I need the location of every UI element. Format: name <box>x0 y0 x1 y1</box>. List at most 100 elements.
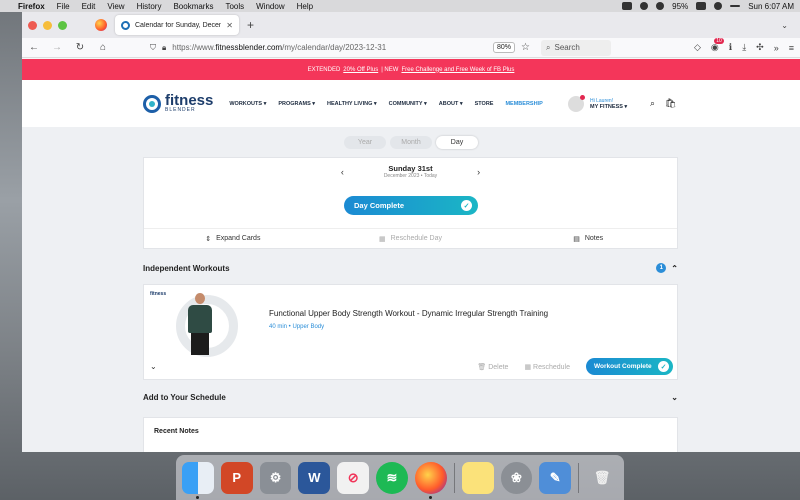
notes-button[interactable]: ▤ Notes <box>499 235 677 243</box>
workout-title[interactable]: Functional Upper Body Strength Workout -… <box>269 309 548 318</box>
zoom-window-button[interactable] <box>58 20 67 30</box>
nav-workouts[interactable]: WORKOUTS ▾ <box>229 101 266 107</box>
workout-thumbnail[interactable]: fitness <box>150 289 238 357</box>
extensions-puzzle-icon[interactable]: ✣ <box>756 42 764 53</box>
menu-history[interactable]: History <box>137 2 162 11</box>
user-menu[interactable]: Hi Lauren! MY FITNESS ▾ <box>568 94 627 112</box>
firefox-view-icon[interactable] <box>95 19 107 31</box>
day-complete-button[interactable]: Day Complete ✓ <box>344 196 478 215</box>
search-icon[interactable] <box>714 2 723 10</box>
battery-icon[interactable] <box>696 2 707 10</box>
nav-store[interactable]: STORE <box>475 101 494 107</box>
menu-tools[interactable]: Tools <box>225 2 244 11</box>
nav-healthy-living[interactable]: HEALTHY LIVING ▾ <box>327 101 377 107</box>
browser-window: Calendar for Sunday, December ✕ + ⌄ ← → … <box>22 12 800 452</box>
close-window-button[interactable] <box>28 20 37 30</box>
expand-schedule-chevron-icon[interactable]: ⌄ <box>671 393 678 402</box>
menu-view[interactable]: View <box>107 2 124 11</box>
menubar-clock[interactable]: Sun 6:07 AM <box>748 2 794 11</box>
add-to-schedule-header[interactable]: Add to Your Schedule ⌄ <box>143 393 678 402</box>
finder-app-icon[interactable] <box>182 461 214 499</box>
thumbnail-brand: fitness <box>150 291 167 297</box>
reload-button[interactable]: ↻ <box>74 42 86 53</box>
macos-dock: P ⚙ W ⊘ ≋ ❀ ✎ 🗑︎ <box>176 455 624 500</box>
overflow-menu-icon[interactable]: » <box>774 43 779 53</box>
firefox-app-icon[interactable] <box>414 461 447 499</box>
zoom-level-badge[interactable]: 80% <box>493 42 516 53</box>
tracking-shield-icon[interactable]: ⛉ <box>150 43 156 53</box>
avatar[interactable] <box>568 94 585 112</box>
menu-bookmarks[interactable]: Bookmarks <box>173 2 213 11</box>
address-bar[interactable]: ⛉ 🔒︎ https://www.fitnessblender.com/my/c… <box>150 40 530 56</box>
wifi-icon[interactable] <box>656 2 665 10</box>
fitness-blender-logo[interactable]: fitness BLENDER <box>143 93 213 113</box>
nav-toolbar: ← → ↻ ⌂ ⛉ 🔒︎ https://www.fitnessblender.… <box>22 38 800 58</box>
reschedule-button[interactable]: ▦ Reschedule <box>524 363 570 371</box>
menu-edit[interactable]: Edit <box>82 2 96 11</box>
screen-icon[interactable] <box>622 2 633 10</box>
control-center-icon[interactable] <box>730 5 741 7</box>
extension-badge-icon[interactable]: ◉ 10 <box>711 38 724 53</box>
nav-about[interactable]: ABOUT ▾ <box>439 101 463 107</box>
site-search-icon[interactable]: ⌕ <box>650 98 655 109</box>
independent-workouts-heading: Independent Workouts <box>143 263 230 273</box>
independent-workouts-header[interactable]: Independent Workouts 1 ⌃ <box>143 263 678 273</box>
nav-community[interactable]: COMMUNITY ▾ <box>389 101 427 107</box>
url-text[interactable]: https://www.fitnessblender.com/my/calend… <box>172 43 487 52</box>
preview-app-icon[interactable]: ✎ <box>539 461 572 494</box>
view-year-button[interactable]: Year <box>344 136 386 149</box>
menu-help[interactable]: Help <box>297 2 313 11</box>
trash-app-icon[interactable]: 🗑︎ <box>586 462 618 494</box>
battery-percent[interactable]: 95% <box>672 2 688 11</box>
pocket-icon[interactable]: ◇ <box>694 42 701 53</box>
photo-app-icon[interactable]: ❀ <box>500 461 533 494</box>
new-tab-button[interactable]: + <box>247 18 254 32</box>
spotify-app-icon[interactable]: ≋ <box>376 461 408 494</box>
promo-link-plus[interactable]: 20% Off Plus <box>343 67 378 73</box>
expand-chevron-down-icon[interactable]: ⌄ <box>150 362 157 371</box>
workout-complete-button[interactable]: Workout Complete ✓ <box>586 358 673 375</box>
minimize-window-button[interactable] <box>43 20 52 30</box>
menu-app-firefox[interactable]: Firefox <box>18 2 45 11</box>
prev-day-chevron-icon[interactable]: ‹ <box>341 167 344 177</box>
list-tabs-chevron-icon[interactable]: ⌄ <box>781 21 788 30</box>
expand-cards-button[interactable]: ⇕ Expand Cards <box>144 235 322 243</box>
tab-calendar[interactable]: Calendar for Sunday, December ✕ <box>115 15 239 35</box>
delete-button[interactable]: 🗑︎ Delete <box>477 363 508 371</box>
next-day-chevron-icon[interactable]: › <box>477 167 480 177</box>
nav-programs[interactable]: PROGRAMS ▾ <box>278 101 315 107</box>
workout-complete-label: Workout Complete <box>594 363 652 370</box>
clock-icon[interactable] <box>640 2 649 10</box>
view-month-button[interactable]: Month <box>390 136 432 149</box>
word-app-icon[interactable]: W <box>298 461 331 494</box>
promo-link-challenge[interactable]: Free Challenge and Free Week of FB Plus <box>401 67 514 73</box>
avatar-notification-dot <box>580 94 585 100</box>
system-preferences-app-icon[interactable]: ⚙ <box>259 461 292 494</box>
extension-icon[interactable]: ℹ︎ <box>729 42 732 53</box>
lock-icon[interactable]: 🔒︎ <box>162 43 166 53</box>
collapse-chevron-up-icon[interactable]: ⌃ <box>671 264 678 273</box>
downloads-icon[interactable]: ⤓ <box>742 42 746 53</box>
view-day-button[interactable]: Day <box>436 136 478 149</box>
menu-window[interactable]: Window <box>256 2 284 11</box>
workout-meta: 40 min • Upper Body <box>269 324 325 330</box>
bookmark-star-icon[interactable]: ☆ <box>521 42 530 53</box>
notes-app-icon[interactable] <box>461 461 494 494</box>
promo-prefix: EXTENDED <box>307 66 341 73</box>
tab-close-icon[interactable]: ✕ <box>226 21 233 30</box>
reschedule-day-button[interactable]: ▦ Reschedule Day <box>322 235 500 243</box>
hamburger-menu-icon[interactable]: ≡ <box>789 43 794 53</box>
back-button[interactable]: ← <box>28 42 40 53</box>
home-button[interactable]: ⌂ <box>97 42 109 53</box>
news-app-icon[interactable]: ⊘ <box>337 461 370 494</box>
cart-icon[interactable]: 🛍︎ <box>665 98 676 109</box>
day-complete-label: Day Complete <box>354 201 405 210</box>
forward-button[interactable]: → <box>51 42 63 53</box>
reschedule-day-label: Reschedule Day <box>390 235 442 242</box>
powerpoint-app-icon[interactable]: P <box>220 461 253 494</box>
my-fitness-menu[interactable]: MY FITNESS ▾ <box>590 104 627 110</box>
nav-membership[interactable]: MEMBERSHIP <box>505 101 542 107</box>
search-input[interactable]: ⌕ Search <box>541 39 611 56</box>
menu-file[interactable]: File <box>57 2 70 11</box>
add-to-schedule-heading: Add to Your Schedule <box>143 393 226 402</box>
